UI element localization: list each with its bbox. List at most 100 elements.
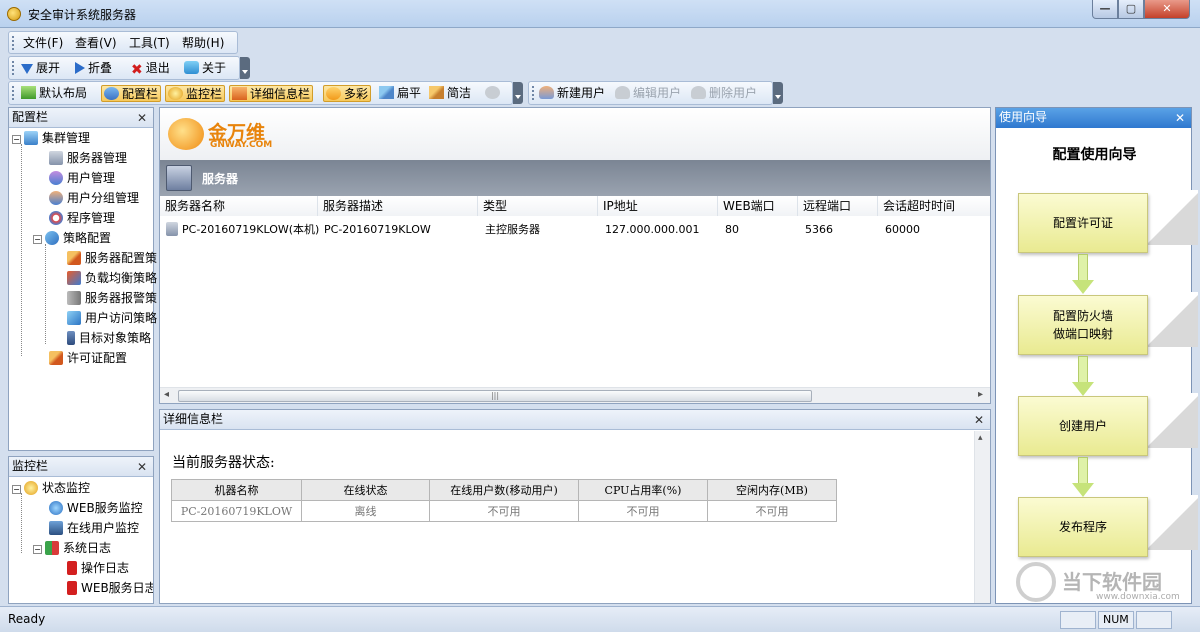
col-timeout[interactable]: 会话超时时间 bbox=[878, 196, 990, 216]
col-remote-port[interactable]: 远程端口 bbox=[798, 196, 878, 216]
timeout-cell: 60000 bbox=[885, 223, 920, 236]
col-type[interactable]: 类型 bbox=[478, 196, 598, 216]
arrow-down-icon bbox=[1072, 254, 1094, 296]
vertical-scrollbar[interactable]: ▴ bbox=[974, 431, 990, 603]
cluster-icon bbox=[24, 131, 38, 145]
menu-file[interactable]: 文件(F) bbox=[23, 35, 63, 52]
col-ip[interactable]: IP地址 bbox=[598, 196, 718, 216]
wizard-step-create-user[interactable]: 创建用户 bbox=[1018, 396, 1148, 456]
wizard-panel-header: 使用向导 bbox=[996, 108, 1191, 128]
server-icon bbox=[166, 165, 192, 191]
app-icon bbox=[7, 7, 21, 21]
tree-item-target-object[interactable]: 目标对象策略 bbox=[67, 328, 151, 348]
status-memory-value: 不可用 bbox=[707, 500, 837, 522]
theme-extra-button[interactable] bbox=[485, 85, 503, 102]
delete-user-icon bbox=[691, 86, 706, 99]
detail-panel-close-icon[interactable]: ✕ bbox=[974, 413, 984, 427]
pencil-icon bbox=[67, 251, 81, 265]
tree-item-server-alarm[interactable]: 服务器报警策 bbox=[67, 288, 157, 308]
horizontal-scrollbar[interactable]: ◂ ||| ▸ bbox=[160, 387, 990, 403]
scroll-right-icon[interactable]: ▸ bbox=[978, 389, 983, 400]
user-group-icon bbox=[49, 191, 63, 205]
new-user-button[interactable]: 新建用户 bbox=[539, 85, 605, 102]
monitor-bar-toggle[interactable]: 监控栏 bbox=[165, 85, 226, 102]
status-bar: Ready NUM bbox=[0, 606, 1200, 632]
status-machine-value: PC-20160719KLOW bbox=[171, 500, 302, 522]
minimize-button[interactable]: — bbox=[1092, 0, 1118, 19]
tree-item-user-group[interactable]: 用户分组管理 bbox=[49, 188, 139, 208]
col-web-port[interactable]: WEB端口 bbox=[718, 196, 798, 216]
tree-item-web-monitor[interactable]: WEB服务监控 bbox=[49, 498, 143, 518]
default-layout-button[interactable]: 默认布局 bbox=[21, 85, 87, 102]
tree-item-status-monitor[interactable]: − 状态监控 bbox=[12, 478, 90, 498]
layout-icon bbox=[21, 86, 36, 99]
status-users-value: 不可用 bbox=[429, 500, 579, 522]
toolbar-grip[interactable] bbox=[12, 61, 16, 75]
toolbar-layout-dropdown[interactable] bbox=[513, 82, 523, 104]
tree-item-cluster[interactable]: − 集群管理 bbox=[12, 128, 90, 148]
theme-flat-button[interactable]: 扁平 bbox=[379, 85, 421, 102]
theme-simple-button[interactable]: 简洁 bbox=[429, 85, 471, 102]
toolbar-users-dropdown[interactable] bbox=[773, 82, 783, 104]
toolbar-grip[interactable] bbox=[532, 86, 536, 100]
tree-item-web-log[interactable]: WEB服务日志 bbox=[67, 578, 153, 598]
scroll-thumb[interactable]: ||| bbox=[178, 390, 812, 402]
wizard-step-license[interactable]: 配置许可证 bbox=[1018, 193, 1148, 253]
brush-icon bbox=[379, 86, 394, 99]
tree-item-system-log[interactable]: − 系统日志 bbox=[33, 538, 111, 558]
col-server-name[interactable]: 服务器名称 bbox=[160, 196, 318, 216]
col-server-desc[interactable]: 服务器描述 bbox=[318, 196, 478, 216]
tree-item-program-mgmt[interactable]: 程序管理 bbox=[49, 208, 115, 228]
exit-button[interactable]: ✖ 退出 bbox=[131, 60, 170, 78]
monitor-panel-close-icon[interactable]: ✕ bbox=[137, 460, 147, 474]
config-panel-header: 配置栏 bbox=[9, 108, 153, 128]
expand-button[interactable]: 展开 bbox=[21, 60, 60, 77]
menu-grip[interactable] bbox=[12, 36, 16, 50]
toolbar-main-dropdown[interactable] bbox=[240, 57, 250, 79]
monitor-screen-icon bbox=[49, 521, 63, 535]
status-table: 机器名称 在线状态 在线用户数(移动用户) CPU占用率(%) 空闲内存(MB)… bbox=[171, 479, 837, 522]
detail-bar-toggle[interactable]: 详细信息栏 bbox=[229, 85, 314, 102]
about-button[interactable]: 关于 bbox=[184, 60, 226, 77]
palette-icon bbox=[326, 87, 341, 100]
maximize-button[interactable]: ▢ bbox=[1118, 0, 1144, 19]
collapse-icon bbox=[75, 62, 85, 74]
toolbar-grip[interactable] bbox=[12, 86, 16, 100]
log-icon bbox=[67, 561, 77, 575]
menu-help[interactable]: 帮助(H) bbox=[182, 35, 224, 52]
tree-item-online-users[interactable]: 在线用户监控 bbox=[49, 518, 139, 538]
detail-panel-header: 详细信息栏 bbox=[160, 410, 990, 430]
tree-item-policy[interactable]: − 策略配置 bbox=[33, 228, 111, 248]
edit-user-button[interactable]: 编辑用户 bbox=[615, 85, 681, 102]
tree-item-license[interactable]: 许可证配置 bbox=[49, 348, 127, 368]
tree-item-load-balance[interactable]: 负载均衡策略 bbox=[67, 268, 157, 288]
users-icon bbox=[49, 171, 63, 185]
menu-tools[interactable]: 工具(T) bbox=[129, 35, 170, 52]
tree-item-server-policy[interactable]: 服务器配置策 bbox=[67, 248, 157, 268]
delete-user-button[interactable]: 删除用户 bbox=[691, 85, 757, 102]
status-col-machine: 机器名称 bbox=[171, 479, 302, 501]
menu-bar: 文件(F) 查看(V) 工具(T) 帮助(H) bbox=[8, 31, 238, 54]
close-button[interactable]: ✕ bbox=[1144, 0, 1190, 19]
type-cell: 主控服务器 bbox=[485, 223, 540, 236]
wizard-panel-close-icon[interactable]: ✕ bbox=[1175, 111, 1185, 125]
wizard-panel-title: 使用向导 bbox=[999, 110, 1048, 124]
menu-view[interactable]: 查看(V) bbox=[75, 35, 117, 52]
config-bar-toggle[interactable]: 配置栏 bbox=[101, 85, 162, 102]
scroll-left-icon[interactable]: ◂ bbox=[164, 389, 169, 400]
tree-item-operation-log[interactable]: 操作日志 bbox=[67, 558, 129, 578]
tree-item-server-mgmt[interactable]: 服务器管理 bbox=[49, 148, 127, 168]
tree-item-user-mgmt[interactable]: 用户管理 bbox=[49, 168, 115, 188]
tree-item-user-access[interactable]: 用户访问策略 bbox=[67, 308, 157, 328]
alarm-icon bbox=[67, 291, 81, 305]
key-icon bbox=[49, 351, 63, 365]
scroll-up-icon[interactable]: ▴ bbox=[978, 433, 983, 443]
collapse-button[interactable]: 折叠 bbox=[75, 60, 112, 77]
theme-colorful-button[interactable]: 多彩 bbox=[323, 85, 372, 102]
about-icon bbox=[184, 61, 199, 74]
table-row[interactable]: PC-20160719KLOW(本机) PC-20160719KLOW 主控服务… bbox=[160, 220, 990, 240]
wizard-step-firewall[interactable]: 配置防火墙 做端口映射 bbox=[1018, 295, 1148, 355]
config-panel-close-icon[interactable]: ✕ bbox=[137, 111, 147, 125]
wizard-step-publish[interactable]: 发布程序 bbox=[1018, 497, 1148, 557]
monitor-icon bbox=[24, 481, 38, 495]
